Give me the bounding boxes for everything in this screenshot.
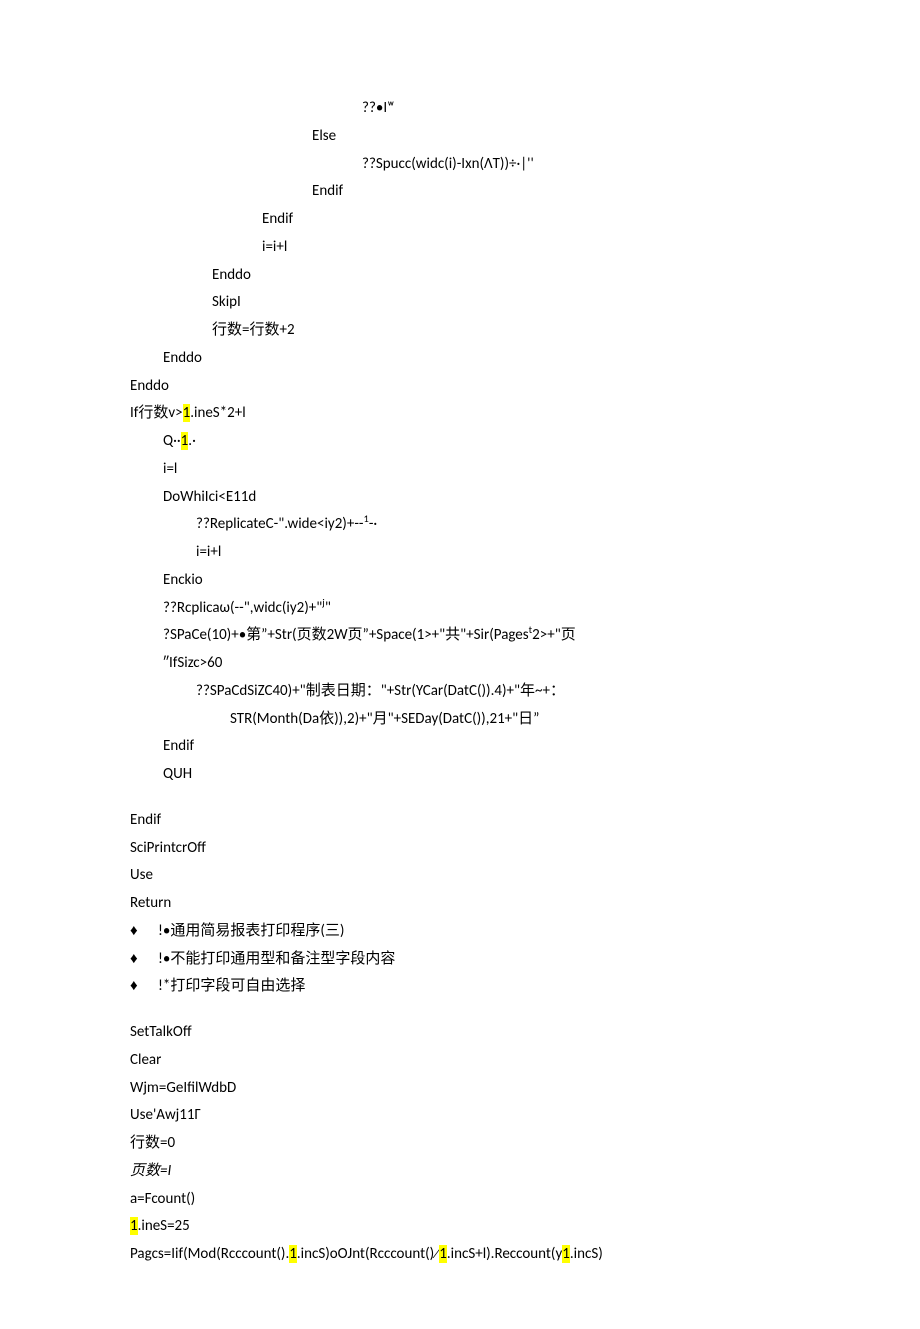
code-line: STR(Month(Da依)),2)+"月"+SEDay(DatC()),21+… [130,706,790,734]
code-line: DoWhiIci<E11d [130,484,790,512]
code-line: Return [130,890,790,918]
document-page: ??•IʷElse??Spucc(widc(i)-Ixn(ΛT))÷·|''En… [0,0,920,1329]
list-item-text: !•通用简易报表打印程序(三) [158,918,344,946]
bullet-list: ♦!•通用简易报表打印程序(三)♦!•不能打印通用型和备注型字段内容♦!*打印字… [130,918,790,1001]
bullet-icon: ♦ [130,946,158,974]
code-block-aftergap: EndifSciPrintcrOffUseReturn [130,807,790,918]
code-line: ??•Iʷ [130,95,790,123]
code-line: 行数=行数+2 [130,317,790,345]
code-line: a=Fcount() [130,1186,790,1214]
code-line: Q··1.· [130,428,790,456]
list-item: ♦!*打印字段可自由选择 [130,973,790,1001]
code-line: ??Spucc(widc(i)-Ixn(ΛT))÷·|'' [130,151,790,179]
code-line: Endif [130,206,790,234]
code-line: Wjm=GeIfilWdbD [130,1075,790,1103]
bullet-icon: ♦ [130,918,158,946]
code-line: Enddo [130,345,790,373]
code-line: 页数=I [130,1158,790,1186]
code-line: ??Rcplicaω(--",widc(iy2)+"j" [130,595,790,623]
code-line: Use'Awj11Γ [130,1102,790,1130]
code-block-1: ??•IʷElse??Spucc(widc(i)-Ixn(ΛT))÷·|''En… [130,95,790,789]
code-line: ″IfSizc>60 [130,650,790,678]
code-line: QUH [130,761,790,789]
code-line: Else [130,123,790,151]
code-line: SciPrintcrOff [130,835,790,863]
code-line: Endif [130,178,790,206]
code-line: Use [130,862,790,890]
list-item: ♦!•通用简易报表打印程序(三) [130,918,790,946]
code-line: i=i+l [130,234,790,262]
code-line: Endif [130,733,790,761]
code-line: Endif [130,807,790,835]
code-line: ??ReplicateC-".wide<iy2)+--1-· [130,511,790,539]
code-line: Clear [130,1047,790,1075]
code-line: 1.ineS=25 [130,1213,790,1241]
code-line: SkipI [130,289,790,317]
code-line: If行数v>1.ineS*2+l [130,400,790,428]
code-block-2: SetTalkOffClearWjm=GeIfilWdbDUse'Awj11Γ行… [130,1019,790,1269]
code-line: Enckio [130,567,790,595]
code-line: i=i+l [130,539,790,567]
list-item-text: !•不能打印通用型和备注型字段内容 [158,946,395,974]
list-item-text: !*打印字段可自由选择 [158,973,305,1001]
code-line: Pagcs=Iif(Mod(Rcccount().1.incS)oOJnt(Rc… [130,1241,790,1269]
code-line: ?SPaCe(10)+•第”+Str(页数2W页”+Space(1>+"共"+S… [130,622,790,650]
code-line: Enddo [130,373,790,401]
list-item: ♦!•不能打印通用型和备注型字段内容 [130,946,790,974]
code-line: Enddo [130,262,790,290]
code-line: 行数=0 [130,1130,790,1158]
bullet-icon: ♦ [130,973,158,1001]
code-line: SetTalkOff [130,1019,790,1047]
code-line: ??SPaCdSiZC40)+"制表日期："+Str(YCar(DatC()).… [130,678,790,706]
code-line: i=l [130,456,790,484]
